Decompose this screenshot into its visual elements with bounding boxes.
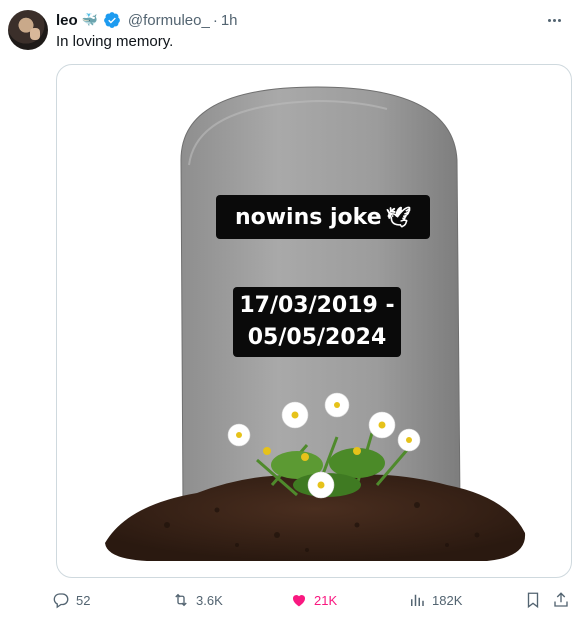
repost-icon (175, 593, 187, 607)
like-button[interactable]: 21K (290, 588, 337, 612)
tweet-timestamp[interactable]: 1h (221, 12, 238, 29)
view-count: 182K (432, 592, 463, 608)
epitaph-dates-plate: 17/03/2019 - 05/05/2024 (233, 287, 401, 357)
bookmark-icon (527, 592, 539, 609)
dove-icon: 🕊 (385, 205, 412, 229)
reply-icon (53, 593, 69, 609)
epitaph-date-end: 05/05/2024 (247, 325, 387, 350)
tweet[interactable]: leo 🐳 @formuleo_ · 1h In loving memory. (0, 0, 581, 620)
share-icon (554, 592, 568, 607)
tweet-text: In loving memory. (56, 33, 174, 50)
epitaph-name-plate: nowins joke 🕊 (216, 195, 430, 239)
reply-button[interactable]: 52 (52, 588, 90, 612)
heart-icon (292, 594, 306, 607)
like-count: 21K (314, 592, 338, 608)
tweet-media-image[interactable]: nowins joke 🕊 17/03/2019 - 05/05/2024 (56, 64, 572, 578)
tweet-header: leo 🐳 @formuleo_ · 1h (56, 10, 238, 30)
repost-count: 3.6K (196, 592, 223, 608)
bookmark-button[interactable] (524, 588, 542, 612)
reply-count: 52 (76, 592, 91, 608)
tweet-actions: 52 3.6K 21K 182K (52, 588, 572, 612)
whale-icon: 🐳 (81, 12, 98, 27)
share-button[interactable] (552, 588, 570, 612)
avatar[interactable] (8, 10, 48, 50)
views-button[interactable]: 182K (408, 588, 462, 612)
user-handle[interactable]: @formuleo_ (128, 12, 210, 29)
verified-badge-icon (103, 12, 120, 28)
analytics-icon (411, 594, 424, 606)
repost-button[interactable]: 3.6K (172, 588, 223, 612)
epitaph-date-start: 17/03/2019 - (239, 293, 395, 318)
epitaph-name: nowins joke (234, 205, 382, 230)
more-options-icon[interactable] (543, 12, 565, 28)
display-name[interactable]: leo (56, 12, 78, 29)
separator-dot: · (212, 11, 218, 29)
